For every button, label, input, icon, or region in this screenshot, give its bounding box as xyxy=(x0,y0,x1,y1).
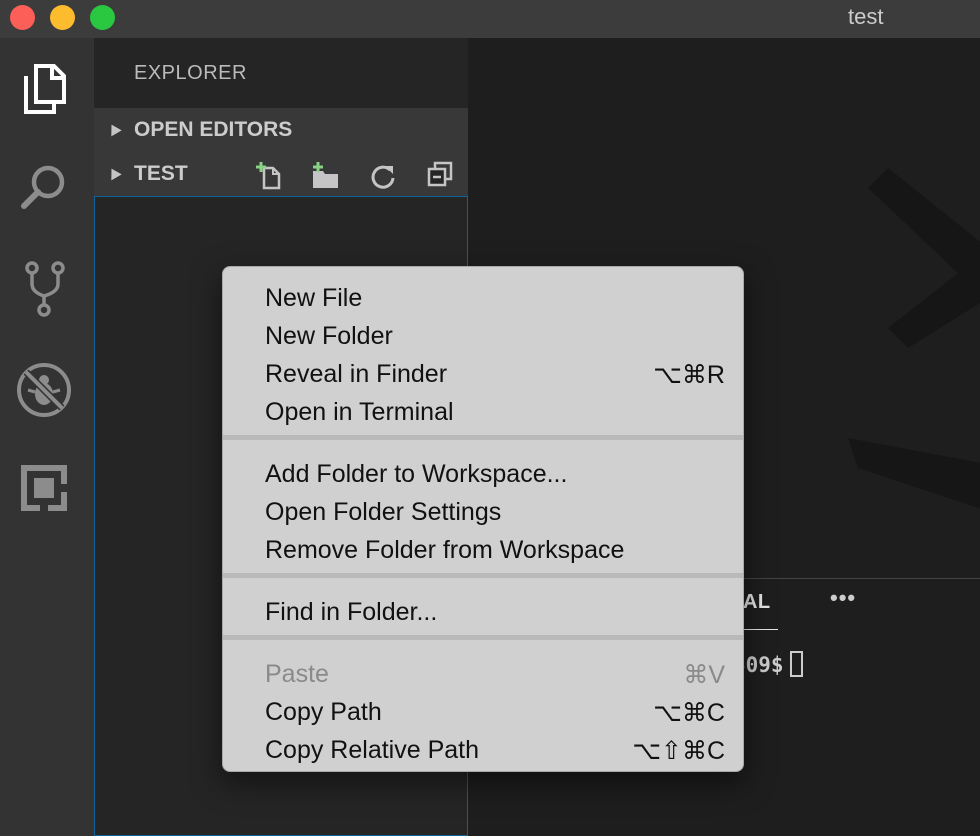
refresh-icon[interactable] xyxy=(368,160,398,190)
section-label: OPEN EDITORS xyxy=(134,118,293,141)
menu-item-new-folder[interactable]: New Folder xyxy=(223,313,743,351)
test-folder-section-header[interactable]: TEST xyxy=(94,152,468,196)
explorer-icon[interactable] xyxy=(14,58,74,118)
window-title: test xyxy=(848,4,884,29)
menu-item-label: Copy Relative Path xyxy=(265,736,480,764)
debug-icon[interactable] xyxy=(14,360,74,420)
menu-item-label: Reveal in Finder xyxy=(265,360,448,388)
menu-item-remove-folder-from-workspace[interactable]: Remove Folder from Workspace xyxy=(223,527,743,565)
menu-item-label: Open in Terminal xyxy=(265,398,454,426)
menu-item-paste: Paste ⌘V xyxy=(223,651,743,689)
menu-item-shortcut: ⌥⇧⌘C xyxy=(632,737,725,765)
menu-item-label: Copy Path xyxy=(265,698,382,726)
menu-item-add-folder-to-workspace[interactable]: Add Folder to Workspace... xyxy=(223,451,743,489)
expanded-arrow-icon xyxy=(106,121,122,137)
menu-item-open-in-terminal[interactable]: Open in Terminal xyxy=(223,389,743,427)
menu-item-shortcut: ⌥⌘C xyxy=(653,699,725,727)
more-actions-icon[interactable]: ••• xyxy=(830,585,856,611)
new-folder-icon[interactable] xyxy=(310,160,340,190)
menu-item-label: Find in Folder... xyxy=(265,598,438,626)
open-editors-section-header[interactable]: OPEN EDITORS xyxy=(94,108,468,152)
collapse-all-icon[interactable] xyxy=(424,160,454,190)
expanded-arrow-icon xyxy=(106,165,122,181)
menu-separator xyxy=(223,435,743,440)
menu-item-shortcut: ⌘V xyxy=(683,661,725,689)
title-bar: test xyxy=(0,0,980,38)
menu-item-copy-relative-path[interactable]: Copy Relative Path ⌥⇧⌘C xyxy=(223,727,743,765)
vscode-logo-watermark xyxy=(848,168,980,553)
menu-item-copy-path[interactable]: Copy Path ⌥⌘C xyxy=(223,689,743,727)
source-control-icon[interactable] xyxy=(14,258,74,318)
menu-separator xyxy=(223,573,743,578)
menu-item-shortcut: ⌥⌘R xyxy=(653,361,725,389)
menu-item-label: Open Folder Settings xyxy=(265,498,502,526)
menu-item-label: Remove Folder from Workspace xyxy=(265,536,625,564)
search-icon[interactable] xyxy=(14,156,74,216)
extensions-icon[interactable] xyxy=(14,458,74,518)
new-file-icon[interactable] xyxy=(254,160,284,190)
menu-item-label: New File xyxy=(265,284,363,312)
maximize-window-button[interactable] xyxy=(90,5,115,30)
menu-item-reveal-in-finder[interactable]: Reveal in Finder ⌥⌘R xyxy=(223,351,743,389)
menu-item-new-file[interactable]: New File xyxy=(223,275,743,313)
menu-separator xyxy=(223,635,743,640)
context-menu: New File New Folder Reveal in Finder ⌥⌘R… xyxy=(222,266,744,772)
menu-item-label: New Folder xyxy=(265,322,393,350)
section-label: TEST xyxy=(134,162,188,185)
minimize-window-button[interactable] xyxy=(50,5,75,30)
menu-item-find-in-folder[interactable]: Find in Folder... xyxy=(223,589,743,627)
close-window-button[interactable] xyxy=(10,5,35,30)
terminal-cursor xyxy=(789,651,803,677)
activity-bar xyxy=(0,38,94,836)
menu-item-label: Paste xyxy=(265,660,329,688)
menu-item-open-folder-settings[interactable]: Open Folder Settings xyxy=(223,489,743,527)
sidebar-title: EXPLORER xyxy=(134,62,247,84)
menu-item-label: Add Folder to Workspace... xyxy=(265,460,568,488)
